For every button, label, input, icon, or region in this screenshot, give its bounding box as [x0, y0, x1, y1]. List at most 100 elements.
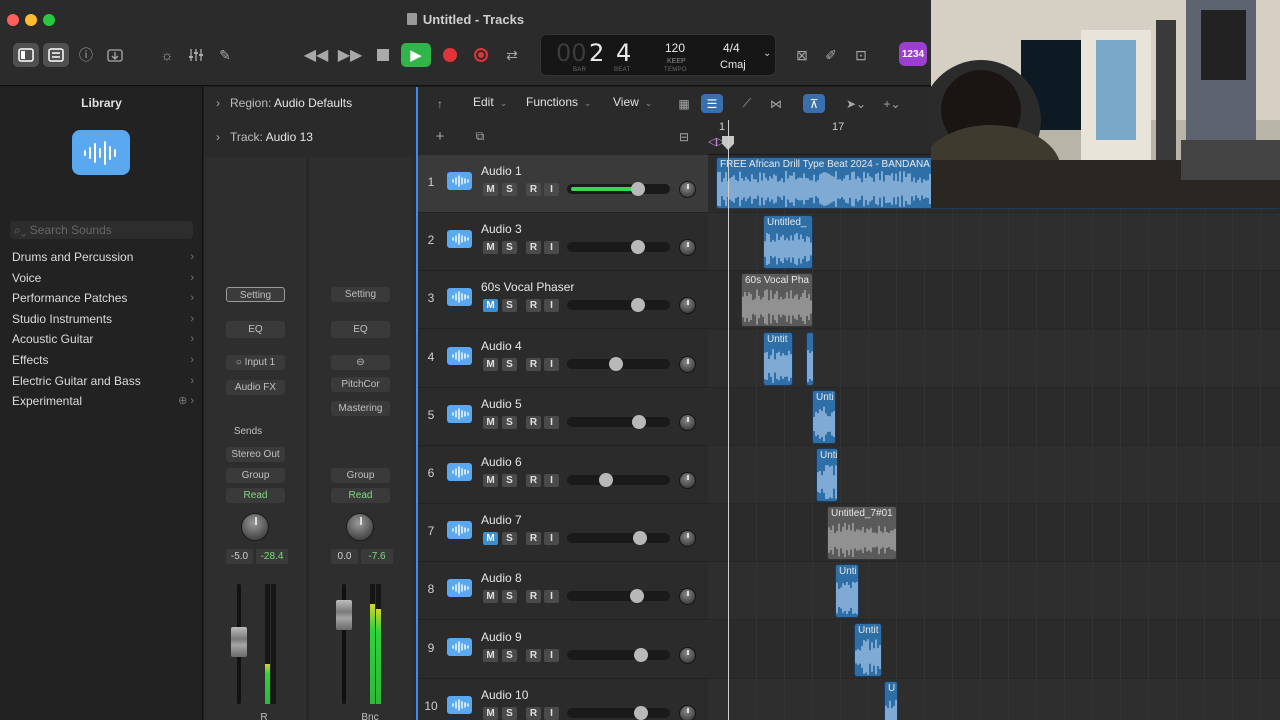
input-monitor-button[interactable]: I — [544, 590, 559, 604]
strip2-eq-button[interactable]: EQ — [331, 321, 390, 338]
smart-controls-button[interactable]: ☼ — [154, 43, 180, 67]
view-menu[interactable]: View ⌄ — [613, 95, 652, 109]
solo-button[interactable]: S — [502, 590, 517, 604]
track-name[interactable]: 60s Vocal Phaser — [481, 280, 574, 294]
track-lane[interactable] — [708, 678, 1280, 720]
strip1-input-button[interactable]: ○ Input 1 — [226, 355, 285, 370]
track-pan-knob[interactable] — [679, 355, 696, 373]
region-inspector-row[interactable]: › Region: Audio Defaults — [216, 96, 352, 110]
duplicate-track-button[interactable]: ⧉ — [469, 127, 491, 146]
track-name[interactable]: Audio 9 — [481, 630, 522, 644]
strip2-plugin-slot-2[interactable]: Mastering — [331, 401, 390, 416]
automation-button[interactable]: ⟋ — [736, 94, 758, 113]
track-header[interactable]: 5 Audio 5 MSRI — [418, 388, 708, 446]
track-name[interactable]: Audio 10 — [481, 688, 528, 702]
strip2-group-button[interactable]: Group — [331, 468, 390, 483]
record-enable-button[interactable]: R — [526, 474, 541, 487]
track-header[interactable]: 2 Audio 3 MSRI — [418, 213, 708, 272]
track-volume-slider[interactable] — [567, 473, 670, 487]
track-volume-slider[interactable] — [567, 531, 670, 546]
mute-button[interactable]: M — [483, 183, 498, 196]
track-pan-knob[interactable] — [679, 413, 696, 431]
mute-button[interactable]: M — [483, 415, 498, 429]
strip1-setting-button[interactable]: Setting — [226, 287, 285, 302]
audio-region[interactable]: Untit — [763, 331, 793, 386]
volume-thumb[interactable] — [630, 240, 645, 255]
track-pan-knob[interactable] — [679, 297, 696, 315]
snap-button[interactable]: ⊼ — [803, 94, 825, 113]
strip2-automation-button[interactable]: Read — [331, 488, 390, 503]
go-up-button[interactable]: ↑ — [429, 94, 451, 113]
lcd-display[interactable]: 00 2 4 BAR BEAT 120 KEEP TEMPO 4/4 Cmaj … — [540, 34, 776, 76]
track-lane[interactable] — [708, 504, 1280, 563]
track-name[interactable]: Audio 5 — [481, 397, 522, 411]
fast-forward-button[interactable]: ▶▶ — [337, 43, 363, 67]
track-lane[interactable] — [708, 621, 1280, 679]
library-category-item[interactable]: Voice › — [12, 268, 200, 288]
track-name[interactable]: Audio 8 — [481, 571, 522, 585]
list-view-button[interactable]: ☰ — [701, 94, 723, 113]
input-monitor-button[interactable]: I — [544, 415, 559, 429]
strip2-pan-knob[interactable] — [346, 513, 374, 541]
replace-record-button[interactable] — [468, 43, 494, 67]
grid-view-button[interactable]: ▦ — [673, 94, 695, 113]
mute-button[interactable]: M — [483, 357, 498, 371]
record-enable-button[interactable]: R — [526, 532, 541, 546]
track-volume-slider[interactable] — [567, 240, 670, 255]
strip1-fader-cap[interactable] — [231, 627, 247, 657]
strip2-link-button[interactable]: ⊖ — [331, 355, 390, 370]
library-category-item[interactable]: Studio Instruments › — [12, 309, 200, 329]
play-button[interactable]: ▶ — [401, 43, 431, 67]
library-category-item[interactable]: Drums and Percussion › — [12, 247, 200, 267]
solo-button[interactable]: S — [502, 532, 517, 546]
track-volume-slider[interactable] — [567, 356, 670, 371]
global-tracks-button[interactable]: ⊟ — [673, 127, 695, 146]
solo-button[interactable]: S — [502, 706, 517, 720]
edit-menu[interactable]: Edit ⌄ — [473, 95, 507, 109]
input-monitor-button[interactable]: I — [544, 706, 559, 720]
cycle-button[interactable]: ⇄ — [499, 43, 525, 67]
mute-button[interactable]: M — [483, 299, 498, 313]
input-monitor-button[interactable]: I — [544, 532, 559, 546]
library-patch-icon[interactable] — [72, 130, 130, 175]
editors-button[interactable]: ✎ — [212, 43, 238, 67]
track-pan-knob[interactable] — [679, 530, 696, 548]
solo-button[interactable]: S — [502, 299, 517, 313]
pointer-tool-button[interactable]: ➤⌄ — [842, 94, 870, 113]
track-header[interactable]: 8 Audio 8 MSRI — [418, 562, 708, 621]
track-name[interactable]: Audio 7 — [481, 513, 522, 527]
track-header[interactable]: 6 Audio 6 MSRI — [418, 446, 708, 504]
record-button[interactable] — [437, 43, 463, 67]
solo-button[interactable]: S — [502, 241, 517, 255]
track-volume-slider[interactable] — [567, 298, 670, 313]
strip1-automation-button[interactable]: Read — [226, 488, 285, 503]
track-header[interactable]: 4 Audio 4 MSRI — [418, 330, 708, 388]
record-enable-button[interactable]: R — [526, 183, 541, 196]
track-header[interactable]: 10 Audio 10 M S R I — [418, 679, 708, 720]
record-enable-button[interactable]: R — [526, 648, 541, 662]
track-pan-knob[interactable] — [679, 472, 696, 489]
strip2-plugin-slot-1[interactable]: PitchCor — [331, 377, 390, 392]
volume-thumb[interactable] — [599, 473, 614, 487]
mute-button[interactable]: M — [483, 474, 498, 487]
track-volume-slider[interactable] — [567, 589, 670, 604]
library-category-item[interactable]: Experimental ⊕ › — [12, 391, 200, 411]
input-monitor-button[interactable]: I — [544, 299, 559, 313]
list-editors-button[interactable]: ⊠ — [789, 43, 815, 67]
library-category-item[interactable]: Electric Guitar and Bass › — [12, 371, 200, 391]
volume-thumb[interactable] — [633, 531, 648, 546]
track-lane[interactable] — [708, 388, 1280, 446]
solo-button[interactable]: S — [502, 648, 517, 662]
volume-thumb[interactable] — [633, 705, 648, 720]
strip1-pan-knob[interactable] — [241, 513, 269, 541]
mixer-button[interactable] — [183, 43, 209, 67]
audio-region[interactable]: Unti — [816, 448, 838, 502]
audio-region[interactable]: Unti — [812, 389, 836, 444]
quick-help-button[interactable]: ⓘ — [73, 43, 99, 67]
mute-button[interactable]: M — [483, 532, 498, 546]
library-category-item[interactable]: Effects › — [12, 350, 200, 370]
volume-thumb[interactable] — [632, 414, 647, 429]
record-enable-button[interactable]: R — [526, 299, 541, 313]
audio-region[interactable]: Unti — [835, 564, 859, 619]
count-in-badge[interactable]: 1234 — [899, 42, 927, 66]
